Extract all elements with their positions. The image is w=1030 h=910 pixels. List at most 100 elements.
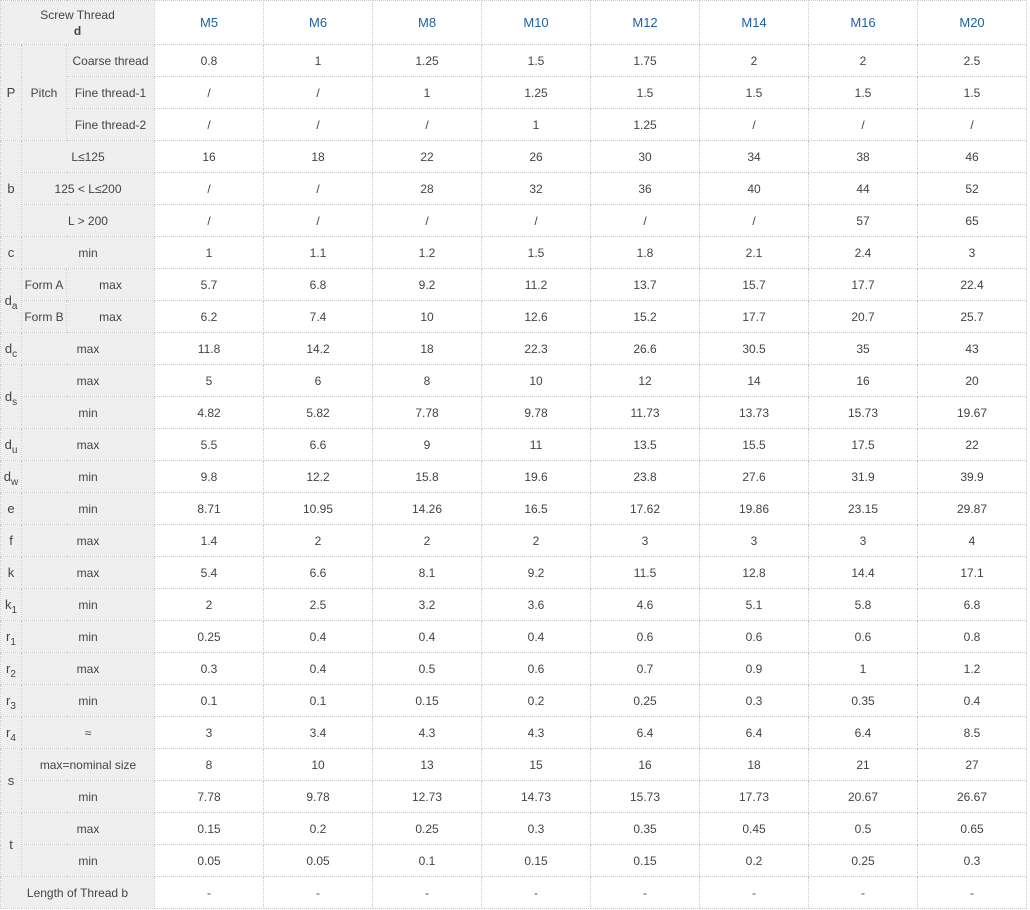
value-cell-ds-min-m12: 11.73 — [590, 396, 701, 429]
label-dw: min — [20, 460, 156, 493]
value-cell-fine1-m12: 1.5 — [590, 76, 701, 109]
label-form-b-limit: max — [65, 300, 156, 333]
value-cell-dc-m5: 11.8 — [154, 332, 265, 365]
label-form-b: Form B — [21, 300, 67, 333]
value-cell-fine1-m8: 1 — [372, 76, 483, 109]
value-cell-ds-max-m14: 14 — [699, 364, 810, 397]
value-cell-b3-m14: / — [699, 204, 810, 237]
symbol-p-letter: P — [6, 85, 16, 100]
value-cell-t-max-m6: 0.2 — [263, 812, 374, 845]
label-c: min — [20, 236, 156, 269]
value-cell-k1-m16: 5.8 — [808, 588, 919, 621]
table-row-t-min: min 0.05 0.05 0.1 0.15 0.15 0.2 0.25 0.3 — [1, 844, 1028, 877]
symbol-e-letter: e — [7, 501, 15, 516]
table-row-thread-length: Length of Thread b-------- — [0, 876, 1028, 909]
value-cell-t-max-m10: 0.3 — [481, 812, 592, 845]
value-cell-r2-m16: 1 — [808, 652, 919, 685]
value-cell-fine2-m8: / — [372, 108, 483, 141]
column-header-m20: M20 — [917, 0, 1028, 45]
value-cell-s-min-m16: 20.67 — [808, 780, 919, 813]
label-ds-min: min — [20, 396, 156, 429]
value-cell-r3-m20: 0.4 — [917, 684, 1028, 717]
symbol-da-letter: d — [4, 293, 12, 308]
value-cell-r4-m6: 3.4 — [263, 716, 374, 749]
value-cell-du-m20: 22 — [917, 428, 1028, 461]
value-cell-dw-m12: 23.8 — [590, 460, 701, 493]
value-cell-b1-m5: 16 — [154, 140, 265, 173]
table-row-s-max: s max=nominal size 8 10 13 15 16 18 21 27 — [0, 748, 1028, 813]
value-cell-fine1-m6: / — [263, 76, 374, 109]
value-cell-b1-m14: 34 — [699, 140, 810, 173]
value-cell-dc-m10: 22.3 — [481, 332, 592, 365]
value-cell-ds-min-m6: 5.82 — [263, 396, 374, 429]
value-cell-thread-length-m8: - — [372, 876, 483, 909]
value-cell-fine1-m20: 1.5 — [917, 76, 1028, 109]
value-cell-b2-m12: 36 — [590, 172, 701, 205]
symbol-r3-subscript: 3 — [10, 701, 16, 712]
value-cell-r4-m10: 4.3 — [481, 716, 592, 749]
symbol-s: s — [0, 748, 22, 813]
value-cell-r2-m8: 0.5 — [372, 652, 483, 685]
value-cell-da-b-m16: 20.7 — [808, 300, 919, 333]
symbol-dc: dc — [0, 332, 22, 365]
table-row-pitch-coarse: P Pitch Coarse thread 0.8 1 1.25 1.5 1.75 2 2 2.5 — [0, 44, 1028, 141]
value-cell-ds-max-m12: 12 — [590, 364, 701, 397]
table-row-pitch-fine1: Fine thread-1//1 1.25 1.5 1.5 1.5 1.5 — [1, 76, 1028, 109]
value-cell-ds-max-m6: 6 — [263, 364, 374, 397]
symbol-r1-subscript: 1 — [10, 637, 16, 648]
value-cell-da-a-m5: 5.7 — [154, 268, 265, 301]
label-s-max: max=nominal size — [20, 748, 156, 781]
value-cell-fine1-m16: 1.5 — [808, 76, 919, 109]
value-cell-k1-m20: 6.8 — [917, 588, 1028, 621]
label-b-l125: L≤125 — [20, 140, 156, 173]
symbol-r4: r4 — [0, 716, 22, 749]
value-cell-du-m14: 15.5 — [699, 428, 810, 461]
value-cell-r2-m5: 0.3 — [154, 652, 265, 685]
table-row-da-form-b: Form Bmax 6.2 7.4 10 12.6 15.2 17.7 20.7 25.7 — [1, 300, 1028, 333]
column-header-m10: M10 — [481, 0, 592, 45]
table-row-b-1: b L≤125 16 18 22 26 30 34 38 46 — [0, 140, 1028, 237]
value-cell-dw-m6: 12.2 — [263, 460, 374, 493]
thread-spec-table: Screw Thread d M5 M6 M8 M10 M12 M14 M16 M20 P Pi… — [0, 0, 1028, 909]
value-cell-thread-length-m12: - — [590, 876, 701, 909]
value-cell-e-m5: 8.71 — [154, 492, 265, 525]
table-row-b-2: 125 < L≤200//28 32 36 40 44 52 — [1, 172, 1028, 205]
value-cell-b1-m6: 18 — [263, 140, 374, 173]
value-cell-k1-m14: 5.1 — [699, 588, 810, 621]
label-fine-thread-1: Fine thread-1 — [65, 76, 156, 109]
value-cell-coarse-m12: 1.75 — [590, 44, 701, 77]
value-cell-r4-m12: 6.4 — [590, 716, 701, 749]
value-cell-dc-m14: 30.5 — [699, 332, 810, 365]
label-s-min: min — [20, 780, 156, 813]
label-r1: min — [20, 620, 156, 653]
value-cell-r1-m6: 0.4 — [263, 620, 374, 653]
value-cell-dw-m5: 9.8 — [154, 460, 265, 493]
symbol-k-letter: k — [7, 565, 15, 580]
value-cell-b2-m20: 52 — [917, 172, 1028, 205]
value-cell-c-m16: 2.4 — [808, 236, 919, 269]
value-cell-b3-m12: / — [590, 204, 701, 237]
symbol-b: b — [0, 140, 22, 237]
label-length-of-thread-b: Length of Thread b — [0, 876, 156, 909]
value-cell-t-min-m14: 0.2 — [699, 844, 810, 877]
symbol-dw: dw — [0, 460, 22, 493]
value-cell-ds-min-m14: 13.73 — [699, 396, 810, 429]
value-cell-c-m6: 1.1 — [263, 236, 374, 269]
value-cell-s-max-m14: 18 — [699, 748, 810, 781]
value-cell-r1-m16: 0.6 — [808, 620, 919, 653]
value-cell-r1-m12: 0.6 — [590, 620, 701, 653]
value-cell-fine2-m10: 1 — [481, 108, 592, 141]
value-cell-e-m14: 19.86 — [699, 492, 810, 525]
value-cell-ds-max-m8: 8 — [372, 364, 483, 397]
value-cell-t-max-m20: 0.65 — [917, 812, 1028, 845]
symbol-dw-subscript: w — [11, 477, 19, 488]
value-cell-ds-min-m8: 7.78 — [372, 396, 483, 429]
value-cell-thread-length-m6: - — [263, 876, 374, 909]
value-cell-fine2-m14: / — [699, 108, 810, 141]
table-row-t-max: t max 0.15 0.2 0.25 0.3 0.35 0.45 0.5 0.65 — [0, 812, 1028, 877]
value-cell-f-m8: 2 — [372, 524, 483, 557]
symbol-c: c — [0, 236, 22, 269]
symbol-k: k — [0, 556, 22, 589]
value-cell-e-m6: 10.95 — [263, 492, 374, 525]
value-cell-k-m10: 9.2 — [481, 556, 592, 589]
